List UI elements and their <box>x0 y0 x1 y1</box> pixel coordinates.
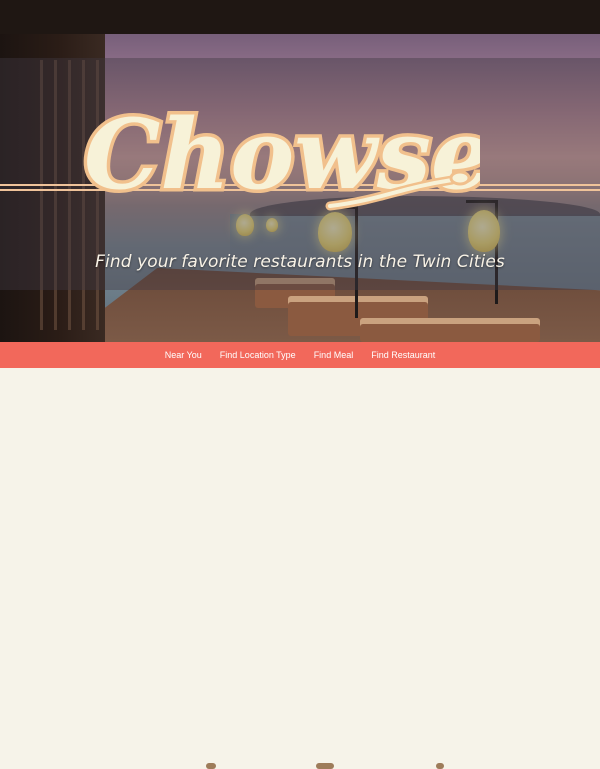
nav-link-find-meal[interactable]: Find Meal <box>314 350 354 360</box>
main-nav: Near You Find Location Type Find Meal Fi… <box>0 342 600 368</box>
nav-link-find-restaurant[interactable]: Find Restaurant <box>371 350 435 360</box>
lounge-sofa <box>360 318 540 342</box>
hero-tagline: Find your favorite restaurants in the Tw… <box>95 252 505 272</box>
cut-off-heading-fragment <box>436 763 444 769</box>
content-area <box>0 368 600 769</box>
hero-banner: Chowser Find your favorite restaurants i… <box>0 0 600 342</box>
nav-link-near-you[interactable]: Near You <box>165 350 202 360</box>
hero-roof <box>0 0 600 34</box>
nav-link-find-location-type[interactable]: Find Location Type <box>220 350 296 360</box>
cut-off-heading-fragment <box>316 763 334 769</box>
logo-wordmark: Chowser <box>84 98 480 211</box>
chowser-logo: Chowser <box>81 95 481 215</box>
cut-off-heading-fragment <box>206 763 216 769</box>
